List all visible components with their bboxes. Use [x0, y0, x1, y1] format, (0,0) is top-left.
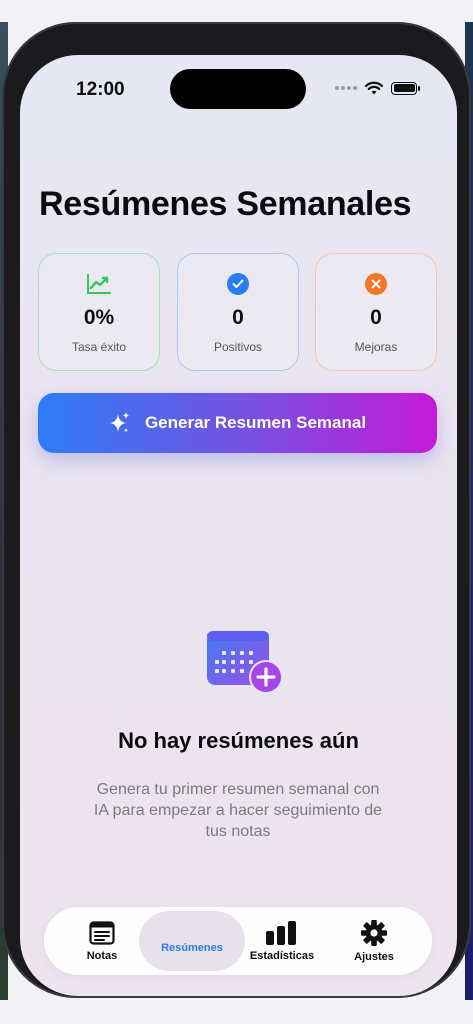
battery-icon: [391, 81, 420, 95]
tab-label: Resúmenes: [161, 942, 223, 954]
gear-icon: [361, 919, 387, 946]
stat-label: Tasa éxito: [71, 340, 127, 354]
wifi-icon: [365, 81, 383, 95]
trend-chart-icon: [86, 272, 112, 296]
sparkles-icon: [109, 412, 129, 433]
app-screen: 12:00 Resúmenes Semanales 0% Tasa éxito …: [20, 55, 457, 996]
tab-label: Ajustes: [354, 950, 394, 963]
stat-card-success-rate: 0% Tasa éxito: [38, 253, 160, 371]
tab-label: Estadísticas: [249, 949, 315, 962]
stat-value: 0: [370, 306, 382, 329]
page-title: Resúmenes Semanales: [39, 185, 412, 223]
notes-icon: [89, 920, 115, 945]
tab-notas[interactable]: Notas: [54, 911, 150, 971]
tab-ajustes[interactable]: Ajustes: [326, 911, 422, 971]
phone-frame: 12:00 Resúmenes Semanales 0% Tasa éxito …: [2, 22, 471, 998]
stat-value: 0: [232, 306, 244, 329]
outer-background-top: [0, 0, 473, 22]
x-circle-icon: [365, 272, 387, 296]
stat-label: Mejoras: [354, 340, 398, 354]
bar-chart-icon: [266, 920, 296, 945]
checkmark-circle-icon: [227, 272, 249, 296]
stat-label: Positivos: [213, 340, 263, 354]
stat-card-positive: 0 Positivos: [177, 253, 299, 371]
dynamic-island: [170, 69, 306, 109]
status-time: 12:00: [76, 79, 125, 100]
status-icons: [335, 81, 420, 95]
cellular-signal-icon: [335, 86, 357, 90]
calendar-add-icon: [206, 629, 284, 695]
empty-state-title: No hay resúmenes aún: [118, 728, 359, 753]
tab-estadisticas[interactable]: Estadísticas: [234, 911, 330, 971]
tab-bar: Notas Resúmenes Estadísticas Ajustes: [44, 907, 432, 975]
stat-card-improvements: 0 Mejoras: [315, 253, 437, 371]
stat-value: 0%: [83, 306, 115, 329]
tab-label: Notas: [86, 949, 118, 962]
stats-row: 0% Tasa éxito 0 Positivos 0 Mejoras: [38, 253, 438, 371]
tab-resumenes[interactable]: Resúmenes: [139, 911, 245, 971]
outer-background-bottom: [0, 1000, 473, 1024]
empty-state-description: Genera tu primer resumen semanal con IA …: [93, 781, 383, 840]
generate-summary-button[interactable]: Generar Resumen Semanal: [38, 393, 437, 453]
generate-summary-label: Generar Resumen Semanal: [144, 413, 367, 432]
